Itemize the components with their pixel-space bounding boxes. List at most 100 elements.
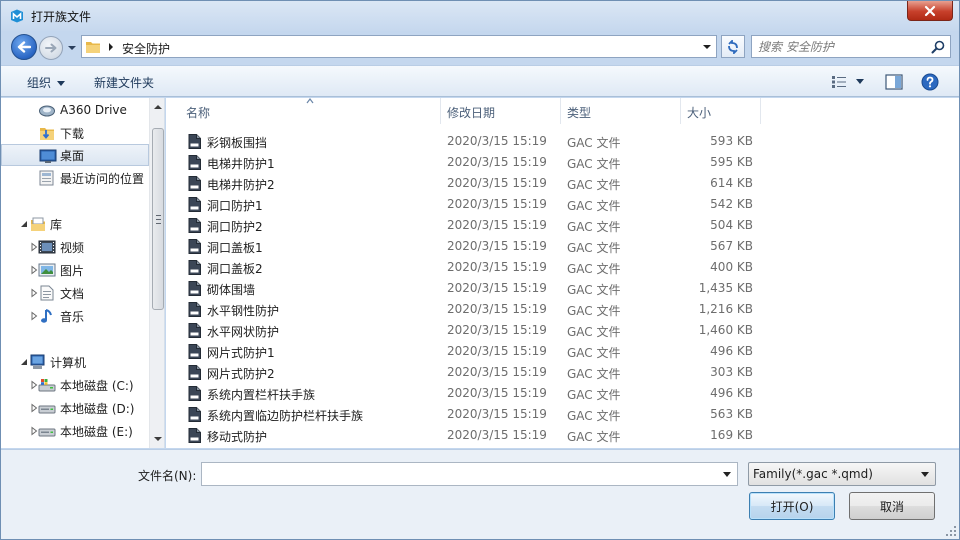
scrollbar-grip-icon: [156, 215, 161, 224]
file-type: GAC 文件: [567, 262, 621, 276]
gac-file-icon: [188, 344, 201, 359]
sidebar-item-label: 视频: [60, 240, 85, 255]
sidebar-item-label: 本地磁盘 (D:): [60, 401, 135, 416]
file-type: GAC 文件: [567, 346, 621, 360]
app-logo-icon: [11, 9, 23, 23]
gac-file-icon: [188, 281, 201, 296]
breadcrumb-current-folder[interactable]: 安全防护: [122, 40, 170, 57]
table-row[interactable]: 彩钢板围挡 2020/3/15 15:19 GAC 文件 593 KB: [166, 131, 766, 152]
title-bar[interactable]: 打开族文件: [1, 1, 959, 31]
sidebar-item-label: 下载: [60, 126, 85, 141]
cloud-drive-icon: [39, 105, 55, 117]
sidebar-item-downloads[interactable]: 下载: [1, 122, 149, 144]
scroll-down-icon[interactable]: [153, 434, 163, 444]
file-type: GAC 文件: [567, 178, 621, 192]
file-name: 移动式防护: [207, 430, 268, 444]
gac-file-icon: [188, 260, 201, 275]
scrollbar-thumb[interactable]: [152, 128, 164, 310]
table-row[interactable]: 水平网状防护 2020/3/15 15:19 GAC 文件 1,460 KB: [166, 320, 766, 341]
view-options-dropdown-icon[interactable]: [856, 79, 864, 84]
table-row[interactable]: 洞口盖板1 2020/3/15 15:19 GAC 文件 567 KB: [166, 236, 766, 257]
table-row[interactable]: 移动式防护 2020/3/15 15:19 GAC 文件 169 KB: [166, 425, 766, 446]
filename-label: 文件名(N):: [138, 469, 197, 483]
table-row[interactable]: 网片式防护1 2020/3/15 15:19 GAC 文件 496 KB: [166, 341, 766, 362]
sidebar-item-pictures[interactable]: 图片: [1, 259, 149, 281]
file-date: 2020/3/15 15:19: [447, 344, 547, 358]
filename-input[interactable]: [206, 466, 706, 482]
new-folder-button[interactable]: 新建文件夹: [94, 74, 154, 91]
libraries-icon: [31, 217, 45, 231]
column-header-size[interactable]: 大小: [681, 98, 761, 124]
table-row[interactable]: 砌体围墙 2020/3/15 15:19 GAC 文件 1,435 KB: [166, 278, 766, 299]
file-name: 电梯井防护1: [207, 157, 275, 171]
gac-file-icon: [188, 155, 201, 170]
arrow-right-icon: [45, 43, 57, 53]
refresh-button[interactable]: [721, 35, 745, 58]
file-type: GAC 文件: [567, 220, 621, 234]
sidebar-item-a360-drive[interactable]: A360 Drive: [1, 99, 149, 121]
sidebar-item-recent-places[interactable]: 最近访问的位置: [1, 167, 149, 189]
search-input[interactable]: [758, 39, 928, 55]
resize-grip-icon[interactable]: [945, 525, 957, 537]
file-type: GAC 文件: [567, 388, 621, 402]
sidebar-scrollbar[interactable]: [149, 98, 164, 448]
table-row[interactable]: 洞口盖板2 2020/3/15 15:19 GAC 文件 400 KB: [166, 257, 766, 278]
sidebar-item-drive-d[interactable]: 本地磁盘 (D:): [1, 397, 149, 419]
sidebar-item-desktop[interactable]: 桌面: [1, 144, 149, 166]
address-dropdown-icon[interactable]: [702, 43, 712, 51]
table-row[interactable]: 水平钢性防护 2020/3/15 15:19 GAC 文件 1,216 KB: [166, 299, 766, 320]
table-row[interactable]: 洞口防护1 2020/3/15 15:19 GAC 文件 542 KB: [166, 194, 766, 215]
collapse-arrow-icon[interactable]: [19, 219, 29, 229]
preview-pane-icon[interactable]: [885, 74, 903, 90]
help-icon[interactable]: [921, 73, 939, 91]
navigation-pane[interactable]: A360 Drive 下载 桌面 最近访问的位置 库 视频 图片 文档 音乐 计…: [1, 98, 165, 448]
file-date: 2020/3/15 15:19: [447, 302, 547, 316]
sidebar-item-libraries[interactable]: 库: [1, 213, 149, 235]
scroll-up-icon[interactable]: [153, 102, 163, 112]
breadcrumb-chevron-icon[interactable]: [107, 42, 115, 52]
column-header-name[interactable]: 名称: [166, 98, 441, 124]
file-size: 614 KB: [710, 176, 753, 190]
table-row[interactable]: 洞口防护2 2020/3/15 15:19 GAC 文件 504 KB: [166, 215, 766, 236]
table-row[interactable]: 电梯井防护1 2020/3/15 15:19 GAC 文件 595 KB: [166, 152, 766, 173]
file-date: 2020/3/15 15:19: [447, 155, 547, 169]
search-icon[interactable]: [931, 40, 945, 54]
sidebar-item-drive-c[interactable]: 本地磁盘 (C:): [1, 374, 149, 396]
sidebar-item-videos[interactable]: 视频: [1, 236, 149, 258]
file-size: 496 KB: [710, 386, 753, 400]
column-headers: 名称 修改日期 类型 大小: [166, 98, 959, 124]
search-box[interactable]: [751, 35, 951, 58]
chevron-down-icon[interactable]: [723, 472, 731, 477]
documents-icon: [40, 285, 54, 301]
forward-button[interactable]: [39, 36, 63, 60]
table-row[interactable]: 系统内置栏杆扶手族 2020/3/15 15:19 GAC 文件 496 KB: [166, 383, 766, 404]
address-bar[interactable]: 安全防护: [81, 35, 717, 58]
filename-combobox[interactable]: [201, 462, 738, 486]
table-row[interactable]: 系统内置临边防护栏杆扶手族 2020/3/15 15:19 GAC 文件 563 KB: [166, 404, 766, 425]
table-row[interactable]: 电梯井防护2 2020/3/15 15:19 GAC 文件 614 KB: [166, 173, 766, 194]
view-details-icon[interactable]: [831, 75, 847, 89]
file-size: 563 KB: [710, 407, 753, 421]
file-date: 2020/3/15 15:19: [447, 197, 547, 211]
sidebar-item-music[interactable]: 音乐: [1, 305, 149, 327]
organize-button[interactable]: 组织: [27, 74, 66, 91]
close-button[interactable]: [907, 1, 953, 21]
recent-places-icon: [39, 170, 54, 186]
open-family-dialog: 打开族文件 安全防护 搜索 安全防护 组织 新建文件夹 A360 Drive 下…: [0, 0, 960, 540]
sidebar-item-computer[interactable]: 计算机: [1, 351, 149, 373]
file-type: GAC 文件: [567, 241, 621, 255]
sidebar-item-documents[interactable]: 文档: [1, 282, 149, 304]
recent-locations-dropdown-icon[interactable]: [67, 43, 77, 53]
back-button[interactable]: [11, 34, 37, 60]
column-header-date[interactable]: 修改日期: [441, 98, 561, 124]
table-row[interactable]: 网片式防护2 2020/3/15 15:19 GAC 文件 303 KB: [166, 362, 766, 383]
file-list[interactable]: 名称 修改日期 类型 大小 彩钢板围挡 2020/3/15 15:19 GAC 文件…: [166, 98, 959, 448]
column-header-type[interactable]: 类型: [561, 98, 681, 124]
sidebar-item-drive-e[interactable]: 本地磁盘 (E:): [1, 420, 149, 442]
gac-file-icon: [188, 218, 201, 233]
cancel-button[interactable]: 取消: [849, 492, 935, 520]
open-button[interactable]: 打开(O): [749, 492, 835, 520]
collapse-arrow-icon[interactable]: [19, 357, 29, 367]
file-type-filter-select[interactable]: Family(*.gac *.qmd): [748, 462, 936, 486]
videos-icon: [38, 240, 56, 254]
